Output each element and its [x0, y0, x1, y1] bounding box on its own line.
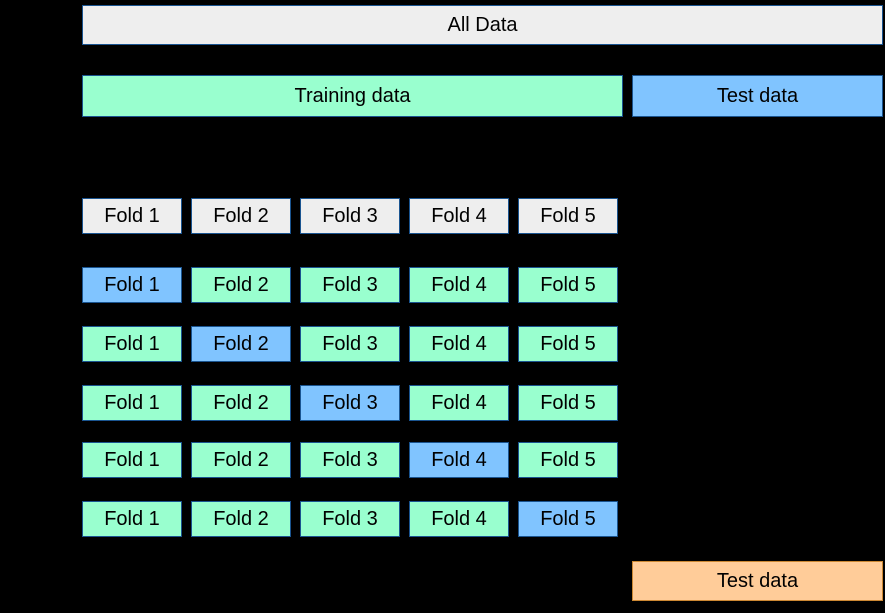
- fold-split-row-3: Fold 1 Fold 2 Fold 3 Fold 4 Fold 5: [82, 385, 618, 421]
- fold-s2-1: Fold 1: [82, 326, 182, 362]
- fold-s5-2: Fold 2: [191, 501, 291, 537]
- fold-s2-3: Fold 3: [300, 326, 400, 362]
- fold-s4-2: Fold 2: [191, 442, 291, 478]
- fold-s4-4: Fold 4: [409, 442, 509, 478]
- fold-s1-5: Fold 5: [518, 267, 618, 303]
- fold-split-row-2: Fold 1 Fold 2 Fold 3 Fold 4 Fold 5: [82, 326, 618, 362]
- fold-header-5: Fold 5: [518, 198, 618, 234]
- fold-s5-3: Fold 3: [300, 501, 400, 537]
- fold-s5-1: Fold 1: [82, 501, 182, 537]
- fold-s3-2: Fold 2: [191, 385, 291, 421]
- fold-s5-5: Fold 5: [518, 501, 618, 537]
- fold-s2-2: Fold 2: [191, 326, 291, 362]
- fold-s3-1: Fold 1: [82, 385, 182, 421]
- fold-s1-1: Fold 1: [82, 267, 182, 303]
- fold-header-4: Fold 4: [409, 198, 509, 234]
- fold-s4-1: Fold 1: [82, 442, 182, 478]
- fold-header-2: Fold 2: [191, 198, 291, 234]
- fold-s1-2: Fold 2: [191, 267, 291, 303]
- fold-s3-5: Fold 5: [518, 385, 618, 421]
- fold-s2-4: Fold 4: [409, 326, 509, 362]
- fold-header-1: Fold 1: [82, 198, 182, 234]
- fold-s1-4: Fold 4: [409, 267, 509, 303]
- fold-s4-5: Fold 5: [518, 442, 618, 478]
- fold-split-row-4: Fold 1 Fold 2 Fold 3 Fold 4 Fold 5: [82, 442, 618, 478]
- fold-s3-4: Fold 4: [409, 385, 509, 421]
- fold-split-row-5: Fold 1 Fold 2 Fold 3 Fold 4 Fold 5: [82, 501, 618, 537]
- fold-s4-3: Fold 3: [300, 442, 400, 478]
- fold-split-row-1: Fold 1 Fold 2 Fold 3 Fold 4 Fold 5: [82, 267, 618, 303]
- fold-s2-5: Fold 5: [518, 326, 618, 362]
- fold-s3-3: Fold 3: [300, 385, 400, 421]
- fold-header-row: Fold 1 Fold 2 Fold 3 Fold 4 Fold 5: [82, 198, 618, 234]
- test-data-bottom-box: Test data: [632, 561, 883, 601]
- fold-s1-3: Fold 3: [300, 267, 400, 303]
- fold-s5-4: Fold 4: [409, 501, 509, 537]
- all-data-box: All Data: [82, 5, 883, 45]
- test-data-top-box: Test data: [632, 75, 883, 117]
- fold-header-3: Fold 3: [300, 198, 400, 234]
- training-data-box: Training data: [82, 75, 623, 117]
